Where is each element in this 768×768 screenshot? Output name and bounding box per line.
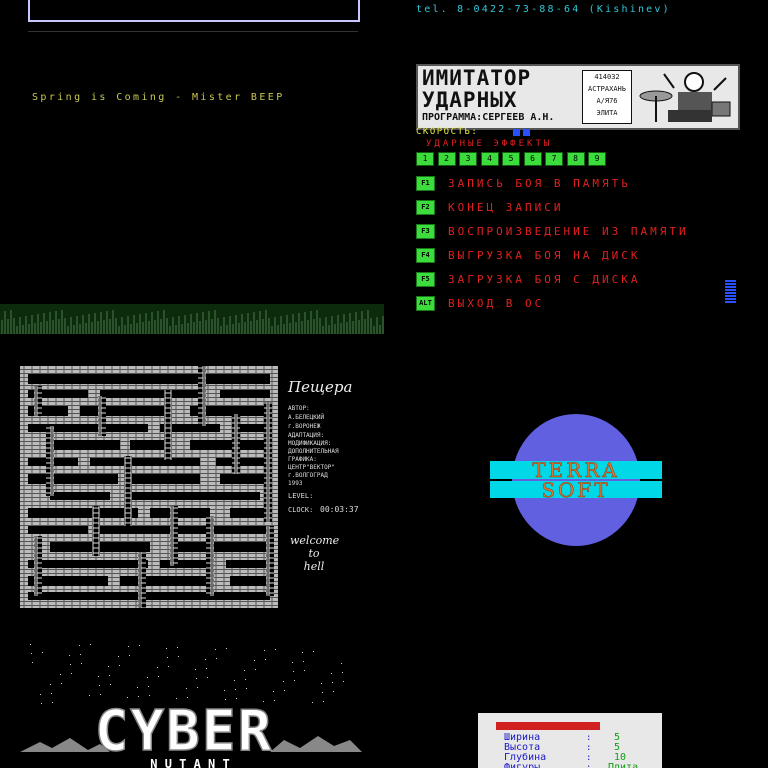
menu-key-f5[interactable]: F5 [416,272,435,287]
menu-item-label[interactable]: ЗАПИСЬ БОЯ В ПАМЯТЬ [448,177,631,190]
menu-item-label[interactable]: ЗАГРУЗКА БОЯ С ДИСКА [448,273,640,286]
drum-banner-line2: УДАРНЫХ [422,88,518,112]
drummer-illustration [639,72,731,122]
cave-author-line: г.ВОРОНЕЖ [288,423,321,430]
drum-banner: ИМИТАТОР УДАРНЫХ ПРОГРАММА:СЕРГЕЕВ А.Н. … [416,64,740,130]
effect-key-5[interactable]: 5 [502,152,520,166]
menu-item-label[interactable]: ВОСПРОИЗВЕДЕНИЕ ИЗ ПАМЯТИ [448,225,689,238]
terra-logo: TERRA SOFT [490,414,662,546]
effect-key-7[interactable]: 7 [545,152,563,166]
cyber-logo: CYBER [95,699,274,764]
menu-item-label[interactable]: ВЫХОД В ОС [448,297,544,310]
effect-key-4[interactable]: 4 [480,152,499,166]
settings-header-bar[interactable] [496,722,600,730]
cave-author-line: АВТОР: [288,405,310,412]
menu-key-f4[interactable]: F4 [416,248,435,263]
cave-welcome-line: welcome [290,534,340,547]
cave-clock-value: 00:03:37 [320,505,359,514]
cave-adapt-line: ДОПОЛНИТЕЛЬНАЯ [288,448,339,455]
cave-title: Пещера [288,378,353,396]
settings-row-value[interactable]: Плита [608,763,638,768]
banner-info-line: АСТРАХАНЬ [588,85,626,93]
menu-item-label[interactable]: ВЫГРУЗКА БОЯ НА ДИСК [448,249,640,262]
banner-info-line: 414032 [594,73,620,81]
drum-speed-label: СКОРОСТЬ: [416,127,479,137]
settings-row-label[interactable]: Фигуры [504,763,540,768]
effect-key-3[interactable]: 3 [459,152,477,166]
drum-phone: tel. 8-0422-73-88-64 (Kishinev) [416,4,671,15]
effect-key-9[interactable]: 9 [588,152,606,166]
cave-adapt-line: МОДИФИКАЦИЯ: [288,440,332,447]
effect-key-1[interactable]: 1 [416,152,434,166]
settings-row-separator: : [586,753,592,763]
menu-key-f1[interactable]: F1 [416,176,435,191]
cave-panel: Пещера АВТОР: А.БЕЛЕЦКИЙ г.ВОРОНЕЖ АДАПТ… [0,336,384,640]
settings-row-separator: : [586,763,592,768]
settings-row-separator: : [586,743,592,753]
drum-banner-line3: ПРОГРАММА:СЕРГЕЕВ А.Н. [422,112,555,123]
cave-maze [20,366,278,608]
settings-row-separator: : [586,733,592,743]
cave-adapt-block: АДАПТАЦИЯ: МОДИФИКАЦИЯ: ДОПОЛНИТЕЛЬНАЯ Г… [288,432,339,488]
menu-key-alt[interactable]: ALT [416,296,435,311]
spring-divider-line [28,31,358,32]
cave-adapt-line: ЦЕНТР"ВЕКТОР" [288,464,335,471]
banner-info-line: А/Я76 [596,97,618,105]
drum-speed-indicator [523,129,530,136]
settings-box: Ширина:5 Высота:5 Глубина:10 Фигуры: Плита [478,713,662,768]
cave-welcome-line: to [308,547,320,560]
drum-speed-indicator [513,129,520,136]
cyber-starfield: CYBER N U T A N T [20,644,362,768]
drum-banner-line1: ИМИТАТОР [422,66,532,90]
cyber-subtitle: N U T A N T [150,757,229,768]
cave-adapt-line: г.ВОЛГОГРАД [288,472,328,479]
effect-key-6[interactable]: 6 [523,152,542,166]
terra-panel: TERRA SOFT [384,336,768,640]
cave-adapt-line: ГРАФИКА: [288,456,317,463]
menu-key-f3[interactable]: F3 [416,224,435,239]
cave-author-line: А.БЕЛЕЦКИЙ [288,414,325,421]
cave-welcome-line: hell [303,560,325,573]
effect-key-2[interactable]: 2 [437,152,456,166]
drum-panel: tel. 8-0422-73-88-64 (Kishinev) ИМИТАТОР… [384,0,768,336]
drum-banner-info: 414032 АСТРАХАНЬ А/Я76 ЭЛИТА [582,70,632,124]
cave-adapt-line: АДАПТАЦИЯ: [288,432,325,439]
cave-level-label: LEVEL: [288,492,314,500]
settings-panel: Ширина:5 Высота:5 Глубина:10 Фигуры: Плита [384,640,768,768]
terra-text-line2: SOFT [541,478,610,502]
effect-key-8[interactable]: 8 [566,152,585,166]
cyber-panel: CYBER N U T A N T [0,640,384,768]
menu-key-f2[interactable]: F2 [416,200,435,215]
cave-adapt-line: 1993 [288,480,303,487]
drum-effects-label: УДАРНЫЕ ЭФФЕКТЫ [426,139,553,149]
cave-clock-label: CLOCK: [288,506,314,514]
cave-welcome: welcome to hell [290,534,340,573]
drum-scroll-indicator [725,280,736,304]
spring-panel: Spring is Coming - Mister BEEP [0,0,384,336]
banner-info-line: ЭЛИТА [596,109,618,117]
spring-grass-strip [0,304,384,334]
menu-item-label[interactable]: КОНЕЦ ЗАПИСИ [448,201,563,214]
spring-title: Spring is Coming - Mister BEEP [32,92,285,103]
spring-frame-box [28,0,360,22]
cave-author-block: АВТОР: А.БЕЛЕЦКИЙ г.ВОРОНЕЖ [288,404,324,431]
